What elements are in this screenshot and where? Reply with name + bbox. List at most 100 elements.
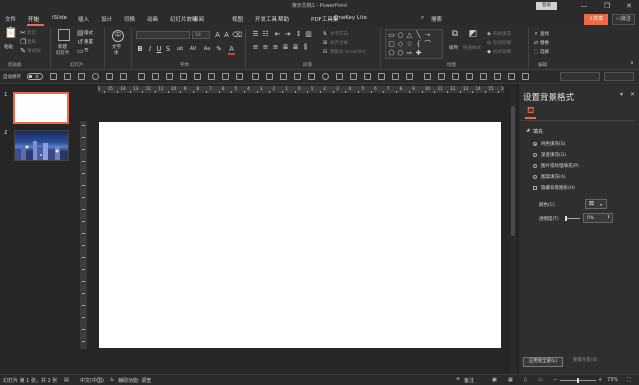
dropdown-icon[interactable] bbox=[78, 73, 85, 80]
reset-icon[interactable]: ↺ bbox=[77, 38, 83, 46]
line-qat-icon[interactable] bbox=[378, 73, 385, 80]
pane-close-icon[interactable]: ✕ bbox=[630, 91, 635, 98]
arrow-qat-icon[interactable] bbox=[392, 73, 399, 80]
align-center-icon[interactable]: ≡ bbox=[262, 43, 269, 51]
spellcheck-icon[interactable]: ▤ bbox=[64, 377, 69, 383]
ungroup-qat-icon[interactable] bbox=[266, 73, 273, 80]
line-spacing-icon[interactable]: ↕ bbox=[295, 30, 302, 38]
slide-sorter-icon[interactable]: ▦ bbox=[508, 377, 513, 383]
paste-label[interactable]: 粘贴 bbox=[4, 44, 13, 50]
highlight-icon[interactable]: ✎ bbox=[216, 45, 222, 53]
cut-icon[interactable]: ✂ bbox=[20, 29, 26, 37]
collapse-ribbon-icon[interactable]: ∧ bbox=[628, 59, 636, 67]
qat-combo-2[interactable] bbox=[604, 72, 634, 81]
collapse-arrow-icon[interactable]: ◢ bbox=[526, 128, 529, 133]
oval-qat-icon[interactable] bbox=[322, 73, 329, 80]
zoom-out-icon[interactable]: − bbox=[553, 377, 557, 383]
line-shape-icon[interactable]: ╲ bbox=[415, 31, 422, 39]
align-right-qat-icon[interactable] bbox=[166, 73, 173, 80]
shape-fill-label[interactable]: 形状填充 bbox=[493, 31, 511, 37]
tab-draw[interactable]: 设计 bbox=[101, 15, 112, 23]
align-text-icon[interactable]: ⊞ bbox=[322, 39, 328, 47]
section-icon[interactable]: ▭ bbox=[77, 47, 84, 55]
change-case-button[interactable]: Aa bbox=[202, 45, 212, 53]
vertical-scrollbar[interactable] bbox=[510, 86, 516, 374]
shape-outline-label[interactable]: 形状轮廓 bbox=[493, 40, 511, 46]
reset-background-button[interactable]: 重置背景(B) bbox=[566, 357, 604, 367]
char-spacing-button[interactable]: AV bbox=[188, 45, 198, 53]
format-painter-label[interactable]: 格式刷 bbox=[27, 48, 41, 54]
radio-solid-fill[interactable] bbox=[533, 142, 537, 146]
undo-icon[interactable] bbox=[92, 73, 99, 80]
language-status[interactable]: 中文(中国) bbox=[80, 377, 104, 384]
fill-section-header[interactable]: 填充 bbox=[533, 128, 543, 135]
triangle-qat-icon[interactable] bbox=[364, 73, 371, 80]
minimize-button[interactable]: — bbox=[577, 1, 591, 11]
distribute-h-qat-icon[interactable] bbox=[222, 73, 229, 80]
format-painter-icon[interactable]: ✎ bbox=[20, 47, 26, 55]
slide-thumbnail-1[interactable] bbox=[13, 92, 69, 124]
pen-qat-icon[interactable] bbox=[480, 73, 487, 80]
paste-icon[interactable]: 📋 bbox=[4, 27, 18, 43]
radio-pattern-fill[interactable] bbox=[533, 175, 537, 179]
text-direction-icon[interactable]: ⇅ bbox=[322, 30, 328, 38]
diamond-shape-icon[interactable]: ◇ bbox=[397, 40, 404, 48]
slide-canvas[interactable] bbox=[99, 122, 501, 348]
align-right-icon[interactable]: ≡ bbox=[272, 43, 279, 51]
rectangle-qat-icon[interactable] bbox=[336, 73, 343, 80]
color-picker-button[interactable]: ⛾ ▾ bbox=[585, 199, 607, 209]
zoom-slider-thumb[interactable] bbox=[577, 378, 579, 383]
group-qat-icon[interactable] bbox=[252, 73, 259, 80]
text-font-label-2[interactable]: 体 bbox=[114, 50, 119, 56]
crop-qat-icon[interactable] bbox=[424, 73, 431, 80]
columns-icon[interactable]: ▥ bbox=[305, 30, 312, 38]
radio-picture-fill[interactable] bbox=[533, 164, 537, 168]
tab-view[interactable]: 开发工具 bbox=[255, 15, 277, 23]
italic-button[interactable]: I bbox=[147, 45, 153, 53]
align-left-qat-icon[interactable] bbox=[138, 73, 145, 80]
zoom-in-icon[interactable]: + bbox=[598, 377, 602, 383]
slider-thumb[interactable] bbox=[565, 216, 567, 221]
layout-label[interactable]: 版式 bbox=[84, 30, 93, 36]
pentagon-shape-icon[interactable]: ⬠ bbox=[388, 49, 395, 57]
picture-qat-icon[interactable] bbox=[438, 73, 445, 80]
accessibility-status[interactable]: 辅助功能: 调查 bbox=[118, 377, 151, 384]
close-button[interactable]: ✕ bbox=[622, 1, 636, 11]
align-center-qat-icon[interactable] bbox=[152, 73, 159, 80]
cut-label[interactable]: 剪切 bbox=[27, 30, 36, 36]
tab-insert[interactable]: 插入 bbox=[78, 15, 89, 23]
shape-effects-label[interactable]: 形状效果 bbox=[493, 49, 511, 55]
underline-button[interactable]: U bbox=[156, 45, 162, 53]
arrange-icon[interactable]: ⧉ bbox=[450, 30, 460, 39]
find-icon[interactable]: ⌕ bbox=[533, 30, 539, 38]
shrink-font-icon[interactable]: A bbox=[223, 31, 230, 39]
slideshow-icon[interactable]: ▭ bbox=[538, 377, 543, 383]
shape-fill-icon[interactable]: ◈ bbox=[486, 30, 492, 38]
zoom-level[interactable]: 73% bbox=[607, 377, 618, 383]
freeform-qat-icon[interactable] bbox=[406, 73, 413, 80]
new-slide-label-2[interactable]: 幻灯片 bbox=[56, 50, 70, 56]
eraser-qat-icon[interactable] bbox=[494, 73, 501, 80]
align-text-label[interactable]: 对齐文本 bbox=[330, 40, 348, 46]
share-button[interactable]: ⇪共享 bbox=[584, 14, 608, 25]
table-qat-icon[interactable] bbox=[452, 73, 459, 80]
copy-icon[interactable]: ❐ bbox=[20, 38, 26, 46]
color-qat-icon[interactable] bbox=[508, 73, 515, 80]
notes-button[interactable]: 备注 bbox=[464, 377, 474, 384]
tab-developer[interactable]: 帮助 bbox=[278, 15, 289, 23]
restore-button[interactable]: ❐ bbox=[600, 1, 614, 11]
strikethrough-button[interactable]: ab bbox=[175, 45, 185, 53]
radio-gradient-fill[interactable] bbox=[533, 153, 537, 157]
format-painter-qat-icon[interactable] bbox=[64, 73, 71, 80]
rounded-rect-shape-icon[interactable]: ▢ bbox=[388, 40, 395, 48]
star-shape-icon[interactable]: ☆ bbox=[406, 40, 413, 48]
cross-shape-icon[interactable]: ✚ bbox=[415, 49, 422, 57]
numbering-icon[interactable]: ☷ bbox=[262, 30, 269, 38]
rounded-rect-qat-icon[interactable] bbox=[350, 73, 357, 80]
smartart-icon[interactable]: ⊟ bbox=[322, 48, 328, 56]
notes-icon[interactable]: ≙ bbox=[456, 377, 460, 383]
grid-icon[interactable] bbox=[120, 73, 127, 80]
pane-menu-icon[interactable]: ▾ bbox=[620, 91, 623, 98]
hexagon-shape-icon[interactable]: ⬡ bbox=[397, 49, 404, 57]
quick-styles-icon[interactable]: ◩ bbox=[468, 30, 478, 39]
